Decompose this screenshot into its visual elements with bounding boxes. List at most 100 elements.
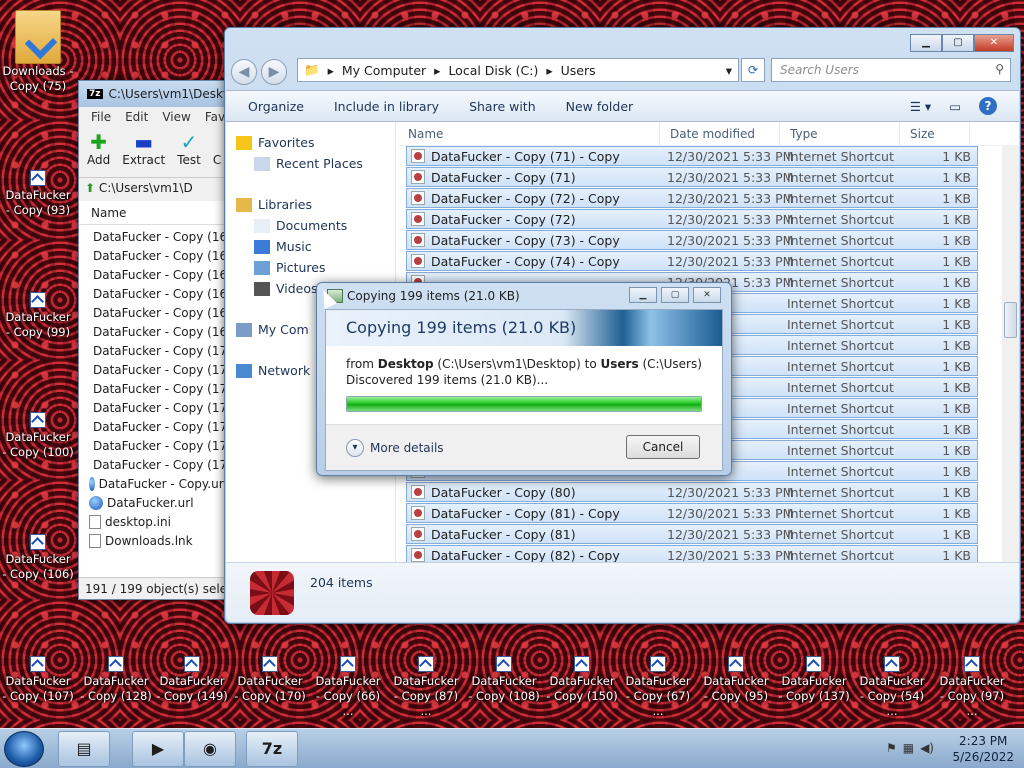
column-header-date-modified[interactable]: Date modified xyxy=(660,122,780,145)
column-header-name[interactable]: Name xyxy=(398,122,660,145)
help-icon[interactable]: ? xyxy=(979,97,997,115)
maximize-button[interactable]: ▢ xyxy=(942,34,974,52)
clock[interactable]: 2:23 PM 5/26/2022 xyxy=(952,733,1014,765)
sevenzip-titlebar[interactable]: 7z C:\Users\vm1\Desktop xyxy=(79,81,237,107)
list-item[interactable]: DataFucker - Copy (16 xyxy=(89,322,227,341)
table-row[interactable]: DataFucker - Copy (72) - Copy 12/30/2021 … xyxy=(406,188,978,208)
breadcrumb-separator-icon[interactable]: ▸ xyxy=(546,63,552,78)
table-row[interactable]: DataFucker - Copy (72) 12/30/2021 5:33 PM… xyxy=(406,209,978,229)
taskbar-explorer-button[interactable]: ▤ xyxy=(58,731,110,767)
search-input[interactable]: Search Users ⚲ xyxy=(771,58,1011,82)
list-item[interactable]: DataFucker - Copy (17 xyxy=(89,398,227,417)
desktop-icon[interactable]: DataFucker - Copy (95) xyxy=(700,656,772,704)
desktop-icon[interactable]: DataFucker - Copy (137) xyxy=(778,656,850,704)
view-options-icon[interactable]: ☰ ▾ xyxy=(910,99,931,114)
desktop-icon[interactable]: DataFucker - Copy (108) xyxy=(468,656,540,704)
table-row[interactable]: DataFucker - Copy (71) 12/30/2021 5:33 PM… xyxy=(406,167,978,187)
nav-item[interactable]: Music xyxy=(226,236,395,257)
taskbar-chrome-button[interactable]: ◉ xyxy=(184,731,236,767)
list-item[interactable]: DataFucker - Copy (16 xyxy=(89,227,227,246)
breadcrumb-item[interactable]: Users xyxy=(561,63,596,78)
nav-item[interactable]: Recent Places xyxy=(226,153,395,174)
forward-button[interactable]: ▶ xyxy=(261,59,287,85)
dialog-close-button[interactable]: ✕ xyxy=(693,287,721,303)
menu-item[interactable]: File xyxy=(91,110,111,124)
table-row[interactable]: DataFucker - Copy (74) - Copy 12/30/2021 … xyxy=(406,251,978,271)
command-new-folder[interactable]: New folder xyxy=(566,99,634,114)
dropdown-arrow-icon[interactable]: ▾ xyxy=(726,63,732,78)
dialog-minimize-button[interactable]: ▁ xyxy=(629,287,657,303)
desktop-icon[interactable]: DataFucker - Copy (170) xyxy=(234,656,306,704)
table-row[interactable]: DataFucker - Copy (81) 12/30/2021 5:33 PM… xyxy=(406,524,978,544)
taskbar-media-player-button[interactable]: ▶ xyxy=(132,731,184,767)
desktop-icon[interactable]: Downloads - Copy (75) xyxy=(2,10,74,94)
preview-pane-icon[interactable]: ▭ xyxy=(949,99,961,114)
list-item[interactable]: DataFucker - Copy (17 xyxy=(89,341,227,360)
scrollbar-thumb[interactable] xyxy=(1004,302,1017,338)
breadcrumb-separator-icon[interactable]: ▸ xyxy=(434,63,440,78)
list-item[interactable]: desktop.ini xyxy=(89,512,227,531)
list-item[interactable]: DataFucker - Copy (17 xyxy=(89,455,227,474)
back-button[interactable]: ◀ xyxy=(231,59,257,85)
desktop-icon[interactable]: DataFucker - Copy (100) xyxy=(2,412,74,460)
dialog-maximize-button[interactable]: ▢ xyxy=(661,287,689,303)
minimize-button[interactable]: ▁ xyxy=(910,34,942,52)
list-item[interactable]: DataFucker - Copy (16 xyxy=(89,246,227,265)
cancel-button[interactable]: Cancel xyxy=(626,435,700,459)
list-item[interactable]: DataFucker - Copy (16 xyxy=(89,265,227,284)
list-item[interactable]: DataFucker - Copy.url xyxy=(89,474,227,493)
desktop-icon[interactable]: DataFucker - Copy (128) xyxy=(80,656,152,704)
menu-item[interactable]: Edit xyxy=(125,110,148,124)
column-header-type[interactable]: Type xyxy=(780,122,900,145)
taskbar-7zip-button[interactable]: 7z xyxy=(246,731,298,767)
nav-item[interactable]: Libraries xyxy=(226,194,395,215)
nav-item[interactable]: Documents xyxy=(226,215,395,236)
breadcrumb[interactable]: 📁 ▸ My Computer ▸ Local Disk (C:) ▸ Users ▾ xyxy=(297,58,739,82)
list-item[interactable]: DataFucker - Copy (16 xyxy=(89,284,227,303)
nav-item[interactable]: Favorites xyxy=(226,132,395,153)
copy-dialog[interactable]: Copying 199 items (21.0 KB) ▁ ▢ ✕ Copyin… xyxy=(316,282,732,476)
command-include-in-library[interactable]: Include in library xyxy=(334,99,439,114)
close-button[interactable]: ✕ xyxy=(974,34,1014,52)
list-item[interactable]: DataFucker - Copy (16 xyxy=(89,303,227,322)
nav-item[interactable]: Pictures xyxy=(226,257,395,278)
desktop-icon[interactable]: DataFucker - Copy (67) ... xyxy=(622,656,694,719)
desktop-icon[interactable]: DataFucker - Copy (99) xyxy=(2,292,74,340)
list-item[interactable]: DataFucker - Copy (17 xyxy=(89,436,227,455)
menu-item[interactable]: View xyxy=(162,110,190,124)
list-item[interactable]: Downloads.lnk xyxy=(89,531,227,550)
desktop-icon[interactable]: DataFucker - Copy (97) ... xyxy=(936,656,1008,719)
vertical-scrollbar[interactable] xyxy=(1002,146,1019,562)
desktop-icon[interactable]: DataFucker - Copy (106) xyxy=(2,534,74,582)
toolbar-c-button[interactable]: C xyxy=(213,131,221,173)
breadcrumb-separator-icon[interactable]: ▸ xyxy=(328,63,334,78)
desktop-icon[interactable]: DataFucker - Copy (107) xyxy=(2,656,74,704)
list-item[interactable]: DataFucker - Copy (17 xyxy=(89,417,227,436)
more-details-toggle[interactable]: ▾ More details xyxy=(346,439,444,457)
desktop-icon[interactable]: DataFucker - Copy (93) xyxy=(2,170,74,218)
table-row[interactable]: DataFucker - Copy (71) - Copy 12/30/2021 … xyxy=(406,146,978,166)
breadcrumb-item[interactable]: Local Disk (C:) xyxy=(448,63,538,78)
up-folder-icon[interactable]: ⬆ xyxy=(85,181,95,195)
list-item[interactable]: DataFucker - Copy (17 xyxy=(89,360,227,379)
desktop-icon[interactable]: DataFucker - Copy (87) ... xyxy=(390,656,462,719)
start-button[interactable] xyxy=(4,731,44,767)
toolbar-extract-button[interactable]: ▬ Extract xyxy=(122,131,165,173)
toolbar-test-button[interactable]: ✓ Test xyxy=(177,131,201,173)
column-header-size[interactable]: Size xyxy=(900,122,970,145)
sevenzip-address[interactable]: ⬆ C:\Users\vm1\D xyxy=(79,177,237,201)
table-row[interactable]: DataFucker - Copy (80) 12/30/2021 5:33 PM… xyxy=(406,482,978,502)
list-item[interactable]: DataFucker - Copy (17 xyxy=(89,379,227,398)
volume-icon[interactable]: ◀) xyxy=(920,741,934,755)
command-organize[interactable]: Organize xyxy=(248,99,304,114)
desktop-icon[interactable]: DataFucker - Copy (66) ... xyxy=(312,656,384,719)
breadcrumb-item[interactable]: My Computer xyxy=(342,63,426,78)
table-row[interactable]: DataFucker - Copy (81) - Copy 12/30/2021 … xyxy=(406,503,978,523)
command-share-with[interactable]: Share with xyxy=(469,99,536,114)
table-row[interactable]: DataFucker - Copy (73) - Copy 12/30/2021 … xyxy=(406,230,978,250)
desktop-icon[interactable]: DataFucker - Copy (54) ... xyxy=(856,656,928,719)
desktop-icon[interactable]: DataFucker - Copy (150) xyxy=(546,656,618,704)
flag-icon[interactable]: ⚑ xyxy=(886,741,897,755)
toolbar-add-button[interactable]: ✚ Add xyxy=(87,131,110,173)
sevenzip-column-name[interactable]: Name xyxy=(79,201,237,225)
